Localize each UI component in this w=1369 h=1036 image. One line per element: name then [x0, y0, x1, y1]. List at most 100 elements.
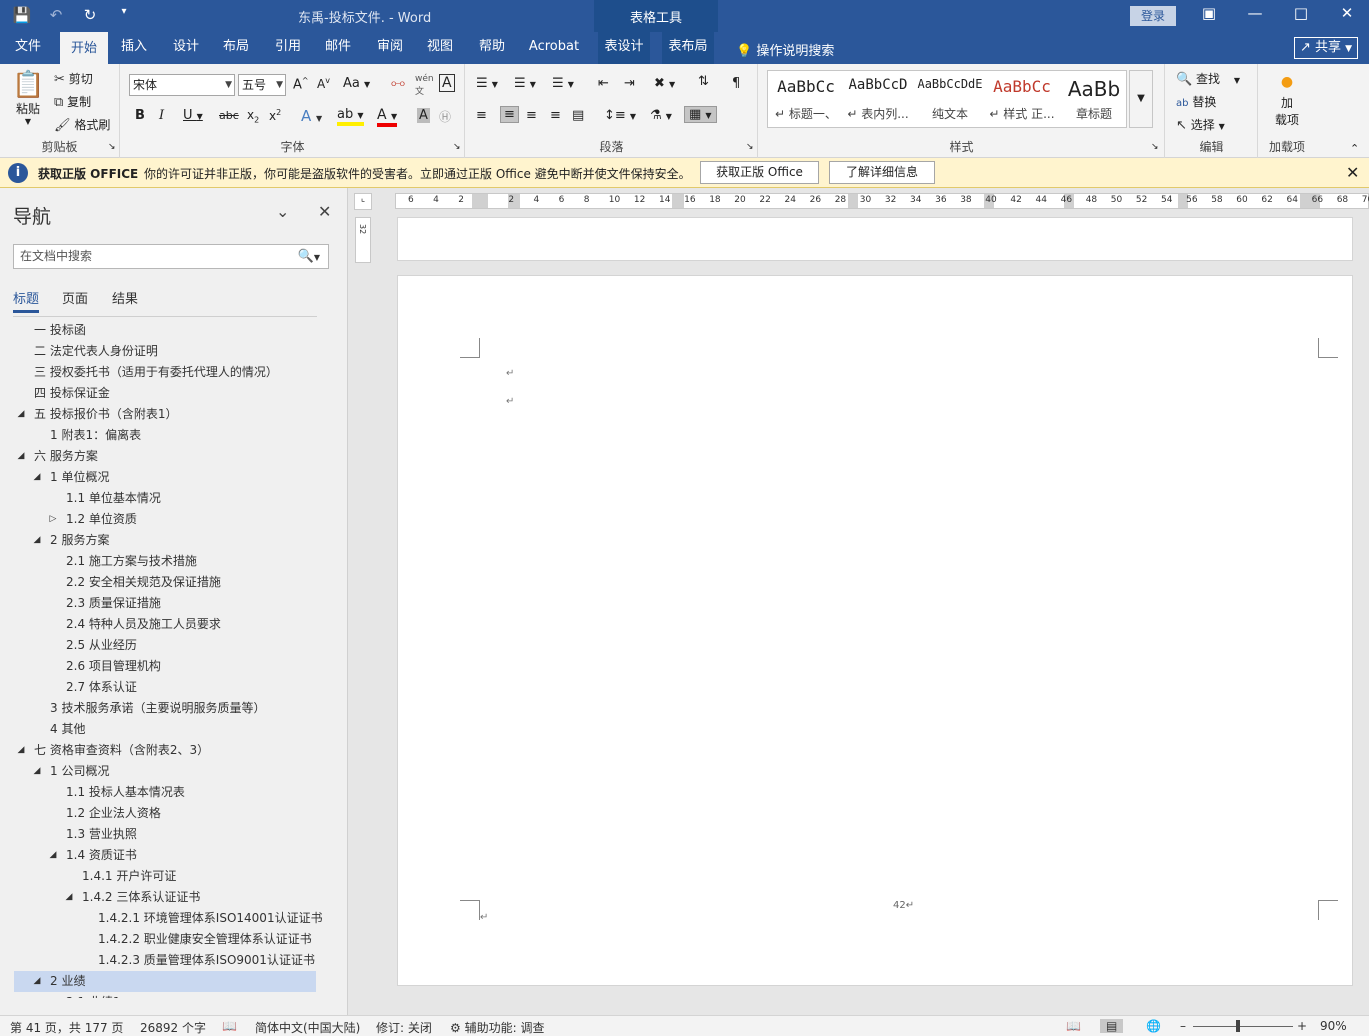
accessibility-status[interactable]: ⚙ 辅助功能: 调查	[450, 1019, 544, 1036]
tell-me-search[interactable]: 💡 操作说明搜索	[736, 40, 834, 59]
dialog-launcher-icon[interactable]: ↘	[108, 142, 116, 152]
dialog-launcher-icon[interactable]: ↘	[453, 142, 461, 152]
zoom-level[interactable]: 90%	[1320, 1019, 1347, 1033]
proofing-icon[interactable]: 📖	[222, 1019, 237, 1033]
align-center-icon[interactable]: ≡	[500, 106, 519, 123]
tab-review[interactable]: 审阅	[370, 32, 410, 64]
highlight-icon[interactable]: ab ▼	[337, 107, 364, 126]
undo-icon[interactable]: ↶	[46, 6, 66, 24]
replace-button[interactable]: ab 替换	[1176, 93, 1216, 110]
close-icon[interactable]: ✕	[318, 202, 331, 221]
sort-icon[interactable]: ⇅	[698, 74, 709, 89]
collapse-icon[interactable]: ◢	[32, 761, 42, 782]
bullets-icon[interactable]: ☰ ▼	[476, 76, 498, 91]
underline-icon[interactable]: U ▼	[183, 108, 203, 123]
increase-indent-icon[interactable]: ⇥	[624, 76, 635, 91]
ruler-column-marker[interactable]	[848, 194, 858, 208]
collapse-icon[interactable]: ◢	[32, 467, 42, 488]
change-case-button[interactable]: Aa ▼	[343, 76, 370, 91]
tab-references[interactable]: 引用	[268, 32, 308, 64]
maximize-icon[interactable]: □	[1286, 4, 1316, 22]
align-right-icon[interactable]: ≡	[526, 108, 537, 123]
copy-button[interactable]: ⧉ 复制	[54, 93, 91, 110]
select-button[interactable]: ↖ 选择 ▼	[1176, 116, 1225, 133]
tab-mailings[interactable]: 邮件	[318, 32, 358, 64]
strikethrough-icon[interactable]: abc	[219, 109, 239, 122]
tab-insert[interactable]: 插入	[114, 32, 154, 64]
font-color-icon[interactable]: A ▼	[377, 107, 398, 127]
close-icon[interactable]: ✕	[1346, 163, 1359, 182]
collapse-ribbon-icon[interactable]: ⌃	[1350, 142, 1359, 155]
collapse-icon[interactable]: ◢	[64, 887, 74, 908]
tab-help[interactable]: 帮助	[472, 32, 512, 64]
save-icon[interactable]: 💾	[12, 6, 32, 24]
previous-page[interactable]	[397, 217, 1353, 261]
nav-tab-pages[interactable]: 页面	[62, 288, 88, 307]
grow-font-icon[interactable]: A^	[293, 76, 309, 92]
superscript-icon[interactable]: x2	[269, 108, 281, 123]
tab-file[interactable]: 文件	[6, 32, 50, 64]
align-left-icon[interactable]: ≡	[476, 108, 487, 123]
tab-table-design[interactable]: 表设计	[598, 32, 650, 64]
enclose-characters-icon[interactable]: Ⓗ	[439, 108, 451, 125]
tab-layout[interactable]: 布局	[216, 32, 256, 64]
print-layout-icon[interactable]: ▤	[1100, 1019, 1124, 1033]
read-mode-icon[interactable]: 📖	[1066, 1019, 1081, 1033]
cut-button[interactable]: ✂ 剪切	[54, 70, 93, 87]
tab-acrobat[interactable]: Acrobat	[524, 32, 584, 64]
format-painter-button[interactable]: 🖌 格式刷	[54, 116, 110, 133]
nav-tab-results[interactable]: 结果	[112, 288, 138, 307]
style-body[interactable]: AaBbCc ↵ 样式 正...	[986, 77, 1058, 122]
zoom-slider-thumb[interactable]	[1236, 1020, 1240, 1032]
justify-icon[interactable]: ≡	[550, 108, 561, 123]
learn-more-button[interactable]: 了解详细信息	[829, 161, 935, 184]
tab-table-layout[interactable]: 表布局	[662, 32, 714, 64]
tab-view[interactable]: 视图	[420, 32, 460, 64]
ribbon-display-icon[interactable]: ▣	[1194, 4, 1224, 22]
collapse-icon[interactable]: ◢	[32, 971, 42, 992]
paste-button[interactable]: 📋 粘贴 ▼	[12, 70, 44, 126]
shading-icon[interactable]: ⚗ ▼	[650, 108, 672, 123]
minimize-icon[interactable]: —	[1240, 4, 1270, 22]
show-marks-icon[interactable]: ¶	[732, 76, 740, 91]
text-effects-icon[interactable]: A ▼	[301, 107, 322, 125]
line-spacing-icon[interactable]: ↕≡ ▼	[604, 108, 636, 123]
collapse-icon[interactable]: ◢	[16, 740, 26, 761]
chinese-layout-icon[interactable]: ✖ ▼	[654, 76, 675, 91]
style-heading1[interactable]: AaBbCc ↵ 标题一、	[770, 77, 842, 122]
page-count[interactable]: 第 41 页，共 177 页	[10, 1019, 123, 1036]
tab-selector[interactable]: ⌞	[354, 193, 372, 210]
zoom-slider[interactable]	[1193, 1026, 1293, 1027]
chevron-down-icon[interactable]: ⌄	[276, 202, 289, 221]
nav-heading-item[interactable]: ◢ 2 业绩	[14, 971, 316, 992]
dialog-launcher-icon[interactable]: ↘	[1151, 142, 1159, 152]
search-icon[interactable]: 🔍▼	[298, 245, 320, 269]
share-button[interactable]: ↗ 共享 ▼	[1294, 37, 1358, 59]
ruler-column-marker[interactable]	[472, 194, 488, 208]
italic-icon[interactable]: I	[159, 108, 164, 123]
zoom-in-icon[interactable]: +	[1297, 1019, 1307, 1033]
character-shading-icon[interactable]: A	[417, 108, 430, 123]
style-plain-text[interactable]: AaBbCcDdE 纯文本	[914, 77, 986, 122]
style-chapter-title[interactable]: AaBb 章标题	[1058, 77, 1130, 122]
shrink-font-icon[interactable]: Av	[317, 76, 330, 91]
clear-formatting-icon[interactable]: ⧟	[391, 75, 405, 91]
addins-button[interactable]: ● 加 载项	[1267, 74, 1307, 128]
nav-tab-headings[interactable]: 标题	[13, 288, 40, 313]
decrease-indent-icon[interactable]: ⇤	[598, 76, 609, 91]
get-genuine-office-button[interactable]: 获取正版 Office	[700, 161, 819, 184]
expand-icon[interactable]: ▷	[48, 509, 58, 530]
tab-design[interactable]: 设计	[166, 32, 206, 64]
subscript-icon[interactable]: x2	[247, 108, 259, 124]
document-page[interactable]: ↵ ↵ ↵	[397, 275, 1353, 986]
find-button[interactable]: 🔍 查找 ▼	[1176, 70, 1240, 87]
borders-icon[interactable]: ▦ ▼	[684, 106, 717, 123]
styles-more-button[interactable]: ▼	[1129, 70, 1153, 128]
login-button[interactable]: 登录	[1130, 6, 1176, 26]
nav-search-input[interactable]: 在文档中搜索 🔍▼	[13, 244, 329, 269]
dialog-launcher-icon[interactable]: ↘	[746, 142, 754, 152]
vertical-ruler[interactable]: 32	[355, 217, 371, 263]
phonetic-guide-icon[interactable]: wén 文	[415, 74, 434, 97]
collapse-icon[interactable]: ◢	[32, 530, 42, 551]
ruler-column-marker[interactable]	[672, 194, 684, 208]
